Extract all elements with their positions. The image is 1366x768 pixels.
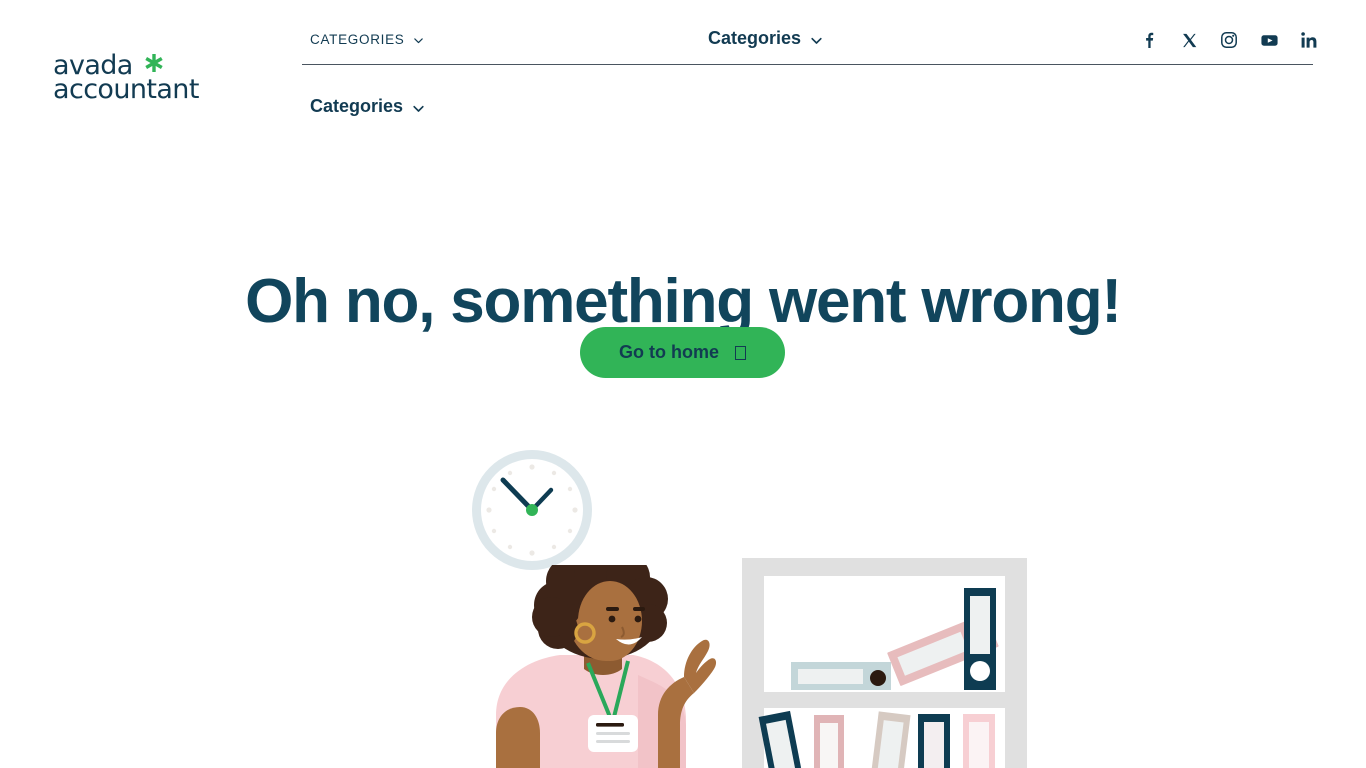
person-left-arm: [496, 707, 540, 768]
facebook-icon[interactable]: [1139, 30, 1159, 50]
go-to-home-button-label: Go to home: [619, 342, 719, 362]
binder-light-pink: [963, 714, 995, 768]
secondary-navigation: Categories: [310, 96, 424, 117]
go-to-home-button[interactable]: Go to home: [580, 327, 785, 378]
header-divider: [302, 64, 1313, 65]
logo-text-line2: accountant: [53, 74, 199, 105]
page-root: avada accountant CATEGORIES Categories C…: [0, 0, 1366, 768]
x-twitter-icon[interactable]: [1179, 30, 1199, 50]
bookshelf-with-binders: [742, 558, 1027, 768]
nav-item-categories-secondary-label: Categories: [310, 96, 404, 116]
site-logo[interactable]: avada accountant: [53, 52, 283, 106]
chevron-down-icon: [810, 34, 822, 45]
youtube-icon[interactable]: [1259, 30, 1279, 50]
asterisk-icon: [143, 52, 165, 74]
nav-item-categories-small-label: CATEGORIES: [310, 32, 405, 47]
404-office-illustration: [0, 430, 1366, 768]
chevron-down-icon: [413, 35, 424, 46]
binder-pink: [814, 715, 844, 768]
nav-item-categories-center-label: Categories: [708, 28, 802, 48]
person-eyebrow-left: [606, 607, 619, 611]
binder-horizontal-blue: [791, 662, 891, 690]
clock-center-dot: [526, 504, 538, 516]
instagram-icon[interactable]: [1219, 30, 1239, 50]
linkedin-icon[interactable]: [1299, 30, 1319, 50]
chevron-down-icon: [412, 102, 424, 113]
nav-item-categories-small[interactable]: CATEGORIES: [310, 32, 424, 47]
site-header: avada accountant CATEGORIES Categories C…: [0, 0, 1366, 140]
wall-clock: [470, 448, 594, 572]
nav-item-categories-center[interactable]: Categories: [708, 28, 822, 49]
binder-upright-navy: [964, 588, 996, 690]
woman-with-badge: [488, 547, 718, 768]
person-eye-left: [608, 615, 616, 623]
person-eyebrow-right: [633, 607, 645, 611]
binder-navy: [918, 714, 950, 768]
nav-item-categories-secondary[interactable]: Categories: [310, 96, 424, 117]
person-eye-right: [634, 615, 642, 623]
missing-glyph-box-icon: [735, 345, 746, 360]
social-links: [1139, 30, 1319, 50]
